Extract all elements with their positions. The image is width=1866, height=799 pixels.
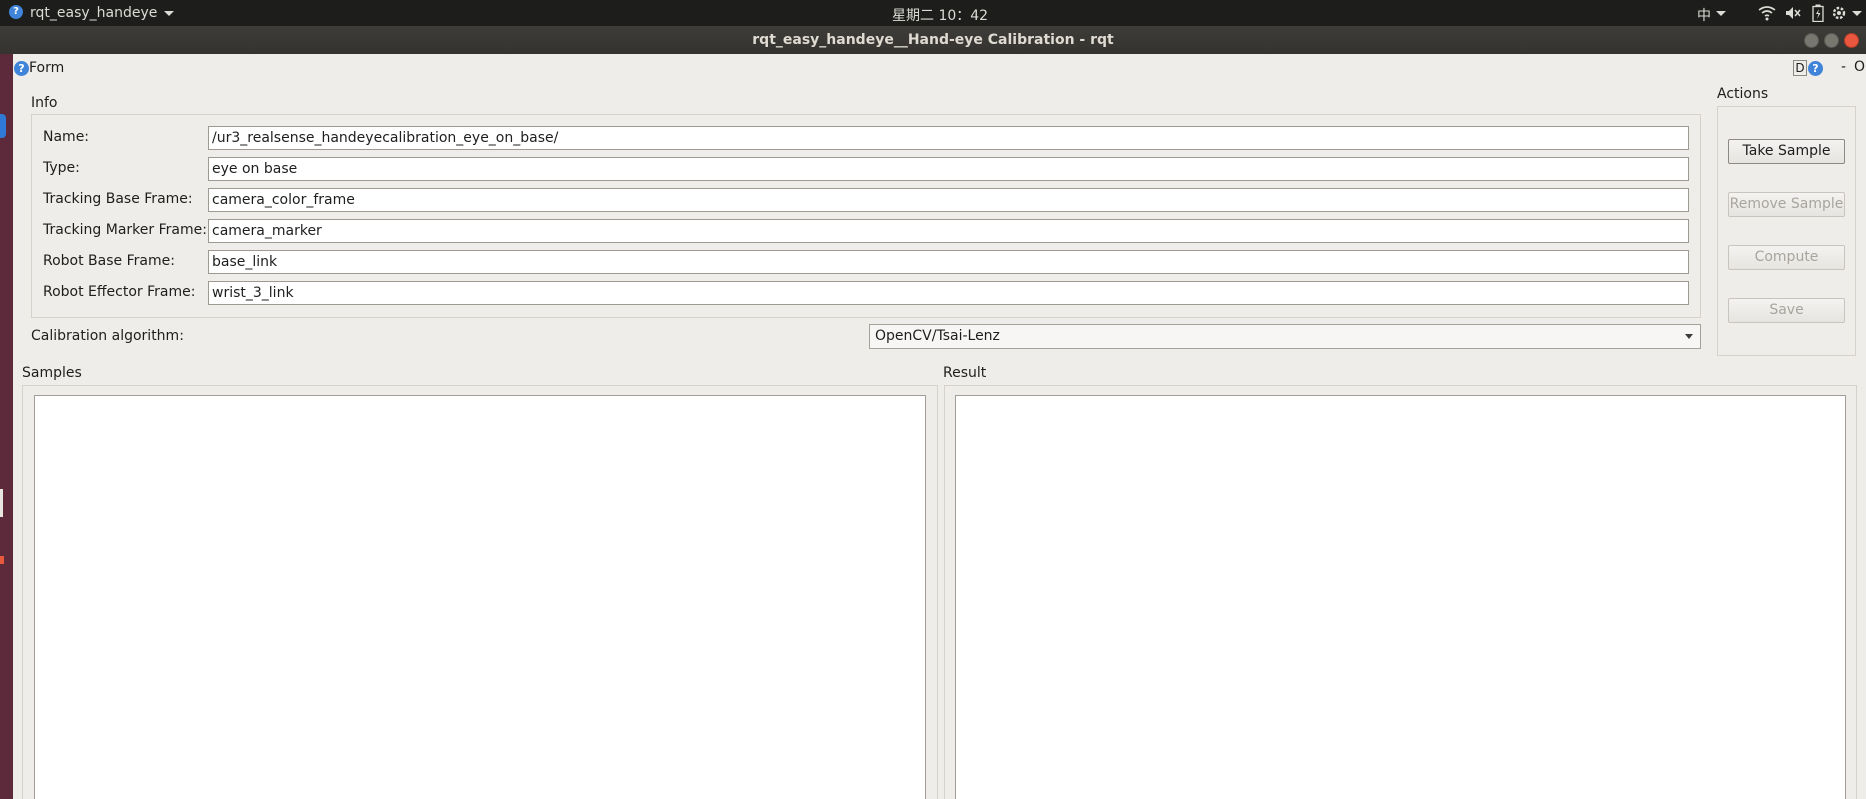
save-button[interactable]: Save — [1728, 298, 1845, 323]
close-button[interactable] — [1844, 33, 1859, 48]
tracking-base-frame-label: Tracking Base Frame: — [43, 191, 193, 207]
app-help-icon: ? — [9, 5, 23, 19]
launcher-item-indicator[interactable] — [0, 114, 6, 138]
plugin-header: ? Form D ? - O — [13, 54, 1866, 84]
info-group-label: Info — [31, 95, 58, 111]
app-menu[interactable]: rqt_easy_handeye — [30, 5, 157, 21]
window-title: rqt_easy_handeye__Hand-eye Calibration -… — [752, 32, 1114, 48]
tracking-base-frame-field[interactable]: camera_color_frame — [208, 188, 1689, 212]
volume-muted-icon[interactable] — [1784, 5, 1802, 21]
plugin-help-button[interactable]: ? — [1808, 61, 1823, 76]
tracking-marker-frame-label: Tracking Marker Frame: — [43, 222, 207, 238]
name-field[interactable]: /ur3_realsense_handeyecalibration_eye_on… — [208, 126, 1689, 150]
plugin-close-button[interactable]: O — [1854, 59, 1865, 75]
wifi-icon[interactable] — [1758, 5, 1776, 21]
robot-base-frame-label: Robot Base Frame: — [43, 253, 175, 269]
calibration-algorithm-select[interactable]: OpenCV/Tsai-Lenz — [869, 324, 1701, 349]
plugin-help-icon: ? — [14, 61, 29, 76]
remove-sample-button[interactable]: Remove Sample — [1728, 192, 1845, 217]
input-method-indicator[interactable]: 中 — [1697, 5, 1711, 25]
type-label: Type: — [43, 160, 80, 176]
plugin-d-button[interactable]: D — [1793, 60, 1807, 76]
plugin-minimize-button[interactable]: - — [1841, 59, 1846, 75]
tracking-marker-frame-field[interactable]: camera_marker — [208, 219, 1689, 243]
result-group-label: Result — [943, 365, 987, 381]
result-text-area[interactable] — [955, 395, 1846, 799]
robot-base-frame-field[interactable]: base_link — [208, 250, 1689, 274]
clock[interactable]: 星期二 10：42 — [892, 5, 988, 25]
robot-effector-frame-field[interactable]: wrist_3_link — [208, 281, 1689, 305]
chevron-down-icon[interactable] — [1685, 334, 1693, 339]
robot-effector-frame-label: Robot Effector Frame: — [43, 284, 196, 300]
name-label: Name: — [43, 129, 90, 145]
input-method-chevron-down-icon[interactable] — [1716, 11, 1726, 16]
calibration-algorithm-value: OpenCV/Tsai-Lenz — [875, 328, 1000, 344]
maximize-button[interactable] — [1824, 33, 1839, 48]
take-sample-button[interactable]: Take Sample — [1728, 139, 1845, 164]
type-field[interactable]: eye on base — [208, 157, 1689, 181]
launcher-strip — [0, 54, 13, 799]
plugin-title: Form — [29, 60, 65, 76]
minimize-button[interactable] — [1804, 33, 1819, 48]
window-title-bar[interactable]: rqt_easy_handeye__Hand-eye Calibration -… — [0, 26, 1866, 54]
samples-list[interactable] — [34, 395, 926, 799]
system-menu-chevron-down-icon[interactable] — [1852, 11, 1862, 16]
system-gear-icon[interactable] — [1831, 5, 1847, 21]
actions-group-label: Actions — [1717, 86, 1769, 102]
battery-icon[interactable] — [1812, 4, 1824, 22]
compute-button[interactable]: Compute — [1728, 245, 1845, 270]
top-panel: ? rqt_easy_handeye 星期二 10：42 中 — [0, 0, 1866, 26]
launcher-item-indicator[interactable] — [0, 556, 4, 564]
app-menu-chevron-down-icon[interactable] — [164, 11, 174, 16]
launcher-item-indicator[interactable] — [0, 489, 3, 517]
samples-group-label: Samples — [22, 365, 82, 381]
calibration-algorithm-label: Calibration algorithm: — [31, 328, 184, 344]
